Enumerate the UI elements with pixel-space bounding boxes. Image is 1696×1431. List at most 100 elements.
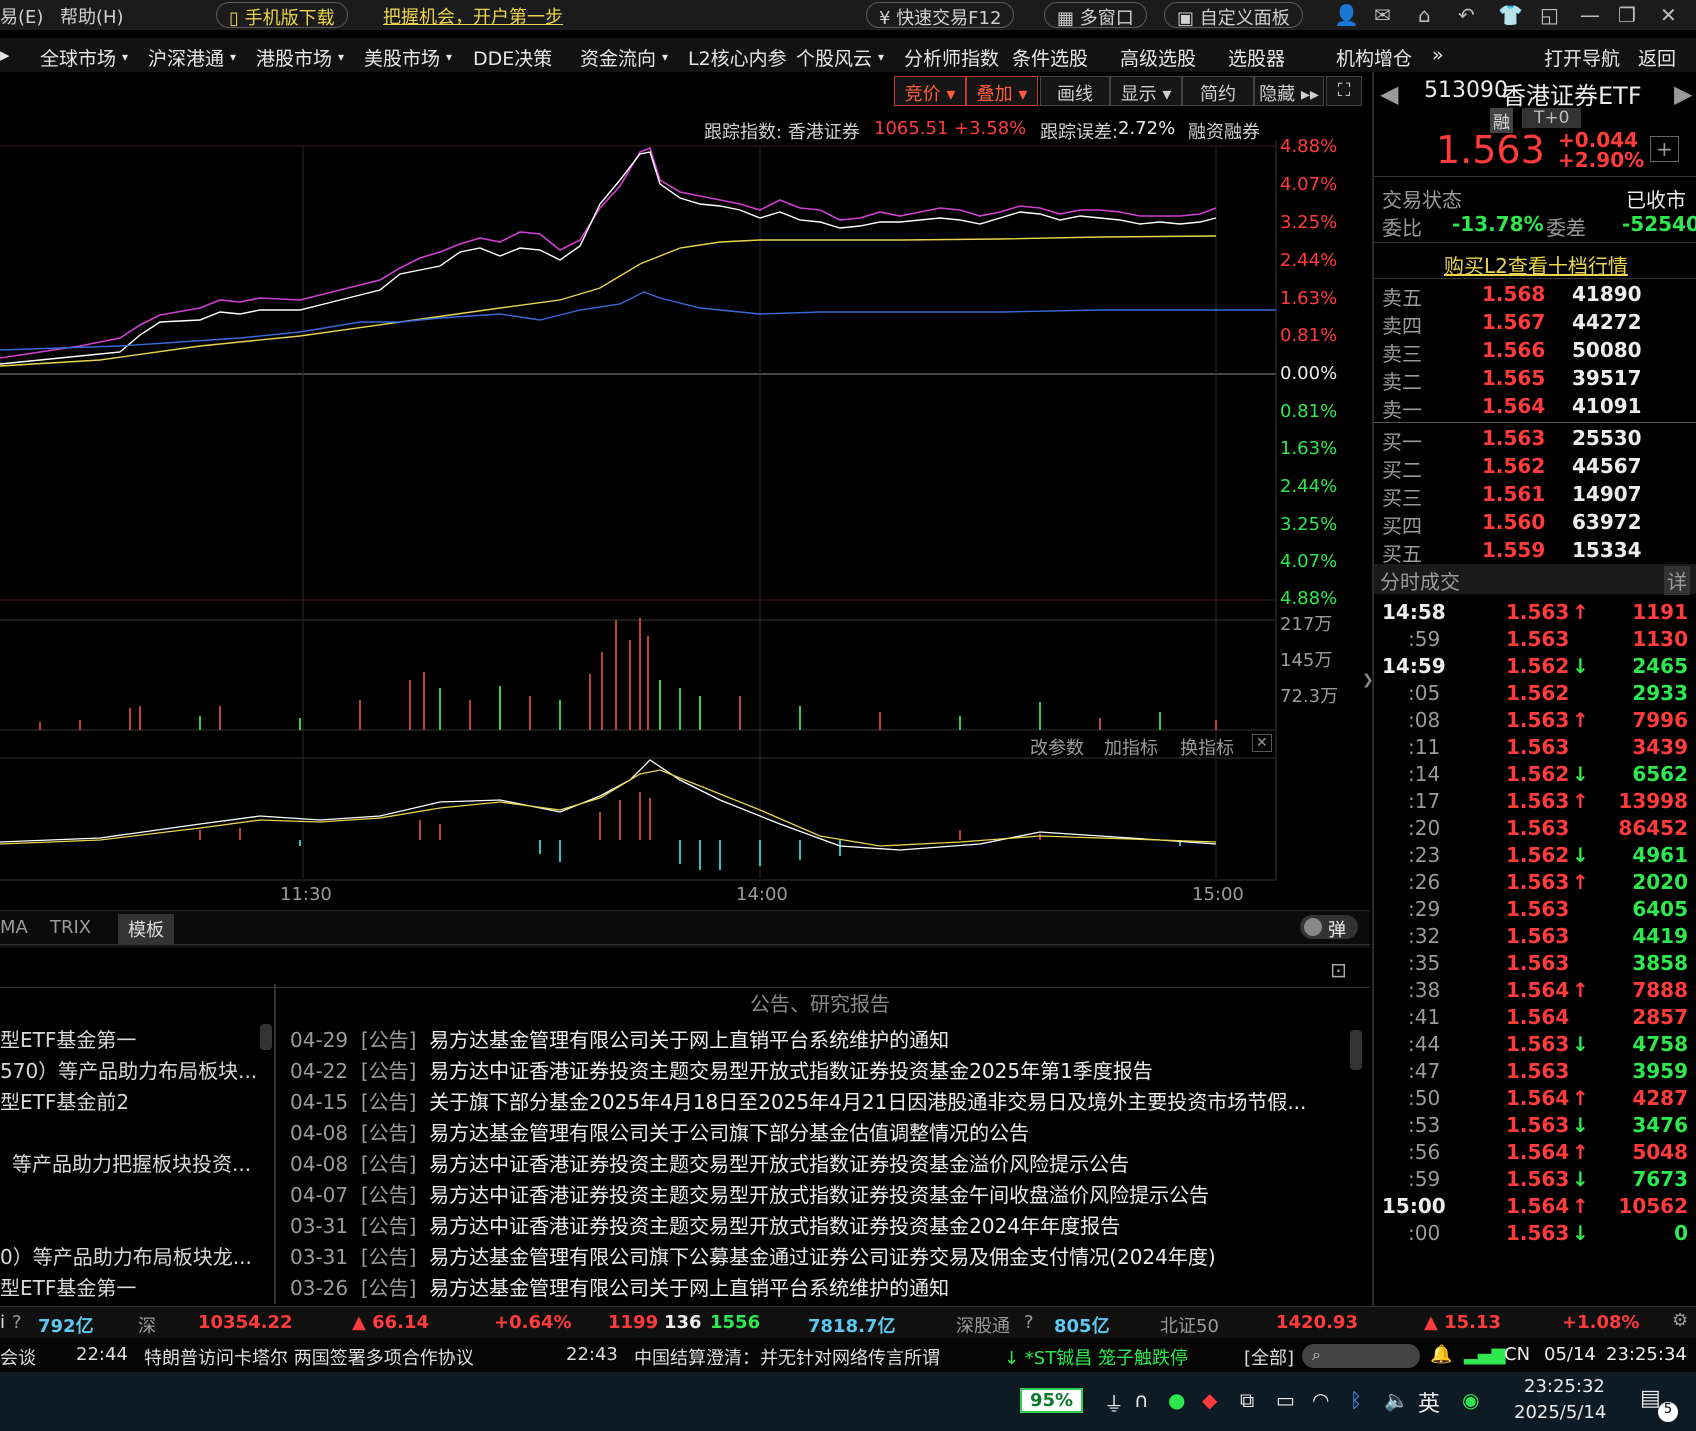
close-indicator-icon[interactable]: ✕ (1252, 734, 1272, 752)
battery-indicator[interactable]: 95% (1020, 1388, 1084, 1413)
announcement-row[interactable]: 04-07 [公告] 易方达中证香港证券投资主题交易型开放式指数证券投资基金午间… (290, 1179, 1209, 1208)
add-watchlist-icon[interactable]: + (1650, 136, 1679, 162)
buy-price[interactable]: 1.559 (1482, 538, 1545, 562)
pay-icon[interactable]: ◉ (1462, 1388, 1479, 1412)
tray-app-icon[interactable]: ⧉ (1240, 1388, 1254, 1412)
sell-price[interactable]: 1.565 (1482, 366, 1545, 390)
ticks-detail-button[interactable]: 详 (1664, 566, 1690, 595)
settings-gear-icon[interactable]: ⚙ (1672, 1310, 1688, 1331)
nav-stock-picker[interactable]: 选股器 (1228, 44, 1285, 71)
multi-window-button[interactable]: ▦ 多窗口 (1044, 2, 1147, 29)
simple-button[interactable]: 简约 (1182, 76, 1254, 106)
announcement-row[interactable]: 04-08 [公告] 易方达中证香港证券投资主题交易型开放式指数证券投资基金溢价… (290, 1148, 1129, 1177)
announcement-row[interactable]: 03-31 [公告] 易方达基金管理有限公司旗下公募基金通过证券公司证券交易及佣… (290, 1241, 1216, 1270)
bell-icon[interactable]: 🔔 (1430, 1344, 1452, 1365)
search-input[interactable]: ⌕ (1302, 1344, 1420, 1368)
sell-price[interactable]: 1.567 (1482, 310, 1545, 334)
ticker-item[interactable]: 中国结算澄清：并无针对网络传言所谓 (634, 1344, 940, 1370)
announcement-row[interactable]: 03-31 [公告] 易方达中证香港证券投资主题交易型开放式指数证券投资基金20… (290, 1210, 1120, 1239)
auction-button[interactable]: 竞价 ▾ (894, 76, 966, 106)
left-news-item[interactable]: 570）等产品助力布局板块... (0, 1055, 257, 1084)
nav-hk-market[interactable]: 港股市场 (256, 44, 332, 71)
announcement-row[interactable]: 04-29 [公告] 易方达基金管理有限公司关于网上直销平台系统维护的通知 (290, 1024, 949, 1053)
nav-stock-news[interactable]: 个股风云 (796, 44, 872, 71)
tab-trix[interactable]: TRIX (50, 917, 91, 938)
draw-button[interactable]: 画线 (1040, 76, 1110, 106)
battery-icon[interactable]: ▭ (1276, 1388, 1295, 1412)
shield-icon[interactable]: ◆ (1202, 1388, 1217, 1412)
nav-l2-insight[interactable]: L2核心内参 (688, 44, 787, 71)
nav-global-market[interactable]: 全球市场 (40, 44, 116, 71)
home-icon[interactable]: ⌂ (1418, 3, 1431, 27)
nav-us-market[interactable]: 美股市场 (364, 44, 440, 71)
left-news-item[interactable]: 等产品助力把握板块投资... (12, 1148, 251, 1177)
hide-button[interactable]: 隐藏 ▸▸ (1254, 76, 1324, 106)
buy-price[interactable]: 1.562 (1482, 454, 1545, 478)
nav-advanced-pick[interactable]: 高级选股 (1120, 44, 1196, 71)
announcement-row[interactable]: 03-26 [公告] 易方达基金管理有限公司关于网上直销平台系统维护的通知 (290, 1272, 949, 1301)
download-icon[interactable]: ⊡ (1330, 958, 1347, 982)
close-icon[interactable]: ✕ (1660, 3, 1677, 27)
help-icon[interactable]: ? (1024, 1312, 1034, 1333)
ime-indicator[interactable]: 英 (1418, 1386, 1440, 1418)
minimize-icon[interactable]: — (1580, 3, 1600, 27)
left-scrollbar[interactable] (260, 1024, 272, 1050)
undo-icon[interactable]: ↶ (1458, 3, 1475, 27)
fullscreen-icon[interactable]: ⛶ (1326, 76, 1362, 106)
buy-price[interactable]: 1.560 (1482, 510, 1545, 534)
left-news-item[interactable]: 型ETF基金第一 (0, 1024, 136, 1053)
announcement-row[interactable]: 04-08 [公告] 易方达基金管理有限公司关于公司旗下部分基金估值调整情况的公… (290, 1117, 1029, 1146)
help-icon[interactable]: ? (12, 1312, 22, 1333)
ticker-all-button[interactable]: [全部] (1244, 1344, 1294, 1370)
add-indicator-link[interactable]: 加指标 (1104, 734, 1158, 760)
announcement-scrollbar[interactable] (1350, 1030, 1362, 1070)
clock-time[interactable]: 23:25:32 (1524, 1376, 1605, 1397)
menu-trade[interactable]: 易(E) (0, 3, 43, 29)
overlay-button[interactable]: 叠加 ▾ (966, 76, 1038, 106)
menu-help[interactable]: 帮助(H) (60, 3, 124, 29)
announcement-row[interactable]: 04-15 [公告] 关于旗下部分基金2025年4月18日至2025年4月21日… (290, 1086, 1306, 1115)
announcement-row[interactable]: 04-22 [公告] 易方达中证香港证券投资主题交易型开放式指数证券投资基金20… (290, 1055, 1153, 1084)
sell-price[interactable]: 1.566 (1482, 338, 1545, 362)
nav-condition-pick[interactable]: 条件选股 (1012, 44, 1088, 71)
nav-analyst-index[interactable]: 分析师指数 (904, 44, 999, 71)
notification-icon[interactable]: ▤ (1640, 1386, 1661, 1411)
sell-price[interactable]: 1.568 (1482, 282, 1545, 306)
custom-panel-button[interactable]: ▣ 自定义面板 (1164, 2, 1303, 29)
buy-price[interactable]: 1.563 (1482, 426, 1545, 450)
volume-icon[interactable]: 🔈 (1384, 1388, 1409, 1412)
restore-small-icon[interactable]: ◱ (1540, 3, 1559, 27)
mail-icon[interactable]: ✉ (1374, 3, 1391, 27)
wechat-icon[interactable]: ● (1168, 1388, 1185, 1412)
nav-sh-sz-hk[interactable]: 沪深港通 (148, 44, 224, 71)
left-news-item[interactable]: 型ETF基金第一 (0, 1272, 136, 1301)
maximize-icon[interactable]: ❐ (1618, 3, 1636, 27)
left-news-item[interactable]: 0）等产品助力布局板块龙... (0, 1241, 252, 1270)
nav-capital-flow[interactable]: 资金流向 (580, 44, 656, 71)
wifi-icon[interactable]: ◠ (1312, 1388, 1329, 1412)
tab-template[interactable]: 模板 (118, 914, 174, 944)
tab-ma[interactable]: MA (0, 917, 28, 938)
bluetooth-icon[interactable]: ᛒ (1350, 1388, 1362, 1412)
panel-collapse-icon[interactable]: ❯ (1362, 672, 1374, 712)
skin-icon[interactable]: 👕 (1498, 3, 1523, 27)
headset-icon[interactable]: ∩ (1134, 1388, 1149, 1412)
buy-price[interactable]: 1.561 (1482, 482, 1545, 506)
prev-stock-icon[interactable]: ◀ (1380, 80, 1398, 108)
popup-toggle[interactable]: 弹 (1300, 915, 1358, 941)
left-news-item[interactable]: 型ETF基金前2 (0, 1086, 129, 1115)
nav-arrow-fragment[interactable]: ▸ (0, 44, 10, 66)
switch-indicator-link[interactable]: 换指标 (1180, 734, 1234, 760)
ticker-item[interactable]: 会谈 (0, 1344, 36, 1370)
promo-link[interactable]: 把握机会，开户第一步 (383, 3, 563, 29)
sell-price[interactable]: 1.564 (1482, 394, 1545, 418)
nav-back[interactable]: 返回 (1638, 44, 1676, 71)
nav-institutional[interactable]: 机构增仓 (1336, 44, 1412, 71)
mobile-download-button[interactable]: ▯ 手机版下载 (216, 2, 348, 29)
nav-more-icon[interactable]: » (1432, 44, 1444, 66)
change-params-link[interactable]: 改参数 (1030, 734, 1084, 760)
l2-link[interactable]: 购买L2查看十档行情 (1444, 250, 1628, 279)
nav-open-navigation[interactable]: 打开导航 (1544, 44, 1620, 71)
ticker-item[interactable]: 特朗普访问卡塔尔 两国签署多项合作协议 (144, 1344, 474, 1370)
user-icon[interactable]: 👤 (1334, 3, 1359, 27)
